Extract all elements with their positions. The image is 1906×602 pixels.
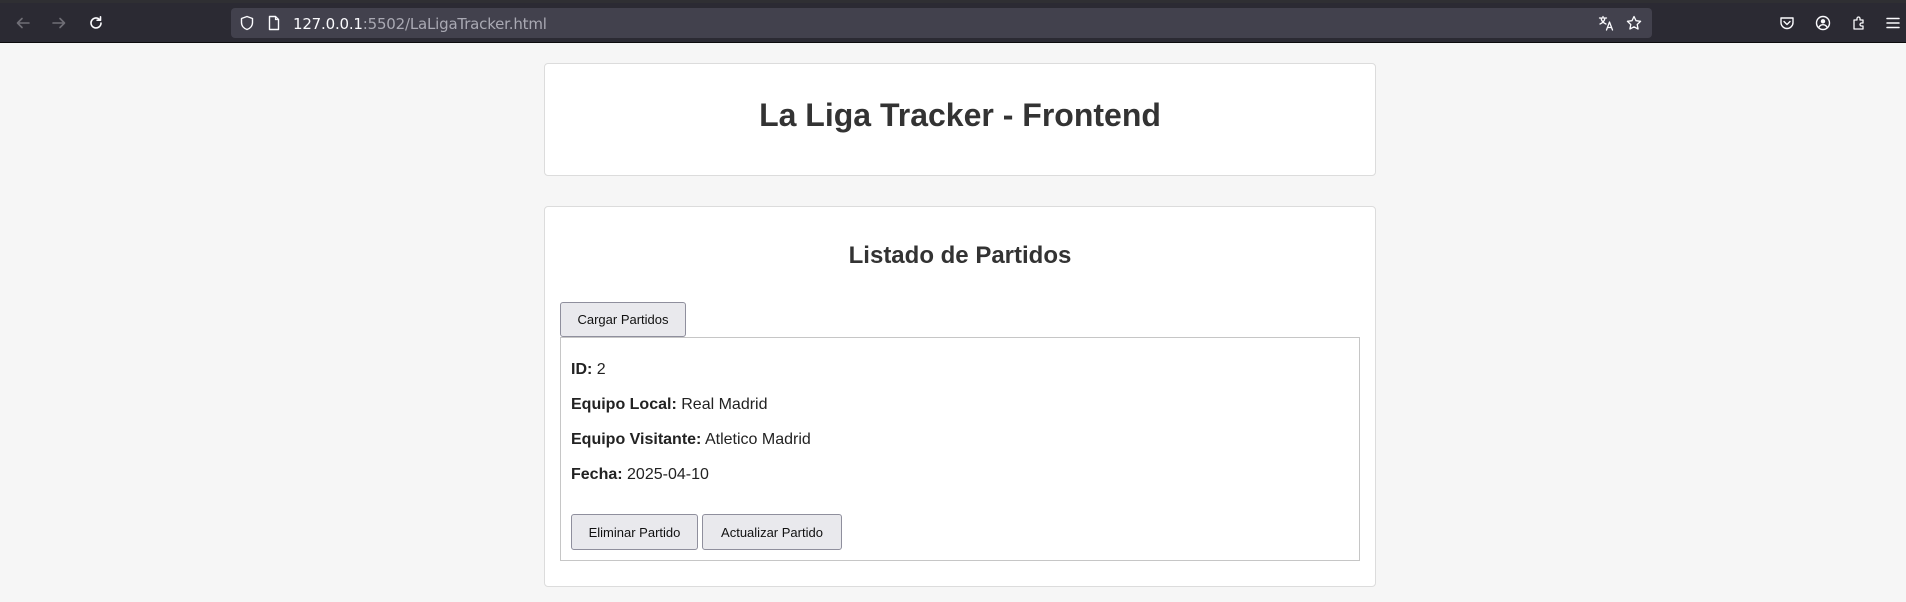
match-card: ID: 2 Equipo Local: Real Madrid Equipo V… [560,337,1360,561]
match-away-team: Equipo Visitante: Atletico Madrid [571,431,811,449]
account-icon[interactable] [1814,14,1832,32]
home-label: Equipo Local: [571,396,677,413]
arrow-left-icon [16,17,30,29]
match-home-team: Equipo Local: Real Madrid [571,396,768,414]
back-button[interactable] [10,10,36,36]
extensions-icon[interactable] [1850,14,1868,32]
date-label: Fecha: [571,466,623,483]
match-id: ID: 2 [571,361,606,379]
browser-toolbar: 127.0.0.1:5502/LaLigaTracker.html [0,3,1906,43]
home-value: Real Madrid [681,396,768,413]
away-value: Atletico Madrid [704,431,811,448]
address-bar[interactable]: 127.0.0.1:5502/LaLigaTracker.html [231,8,1652,38]
forward-button[interactable] [46,10,72,36]
url-host: 127.0.0.1 [293,15,363,33]
url-text[interactable]: 127.0.0.1:5502/LaLigaTracker.html [293,15,547,33]
load-matches-button[interactable]: Cargar Partidos [560,302,686,337]
id-value: 2 [596,361,606,378]
reload-button[interactable] [83,10,109,36]
match-date: Fecha: 2025-04-10 [571,466,709,484]
page-icon[interactable] [266,15,282,31]
pocket-icon[interactable] [1778,14,1796,32]
id-label: ID: [571,361,593,378]
header-card: La Liga Tracker - Frontend [544,63,1376,176]
section-title: Listado de Partidos [848,242,1072,269]
translate-icon[interactable] [1598,15,1614,31]
date-value: 2025-04-10 [627,466,709,483]
page-title: La Liga Tracker - Frontend [759,97,1161,133]
bookmark-star-icon[interactable] [1626,15,1642,31]
delete-match-button[interactable]: Eliminar Partido [571,514,698,550]
update-match-button[interactable]: Actualizar Partido [702,514,842,550]
reload-icon [90,16,102,29]
url-path: :5502/LaLigaTracker.html [362,15,547,33]
menu-icon[interactable] [1884,14,1902,32]
matches-section: Listado de Partidos Cargar Partidos ID: … [544,206,1376,587]
shield-icon[interactable] [239,15,255,31]
arrow-right-icon [52,17,66,29]
away-label: Equipo Visitante: [571,431,702,448]
